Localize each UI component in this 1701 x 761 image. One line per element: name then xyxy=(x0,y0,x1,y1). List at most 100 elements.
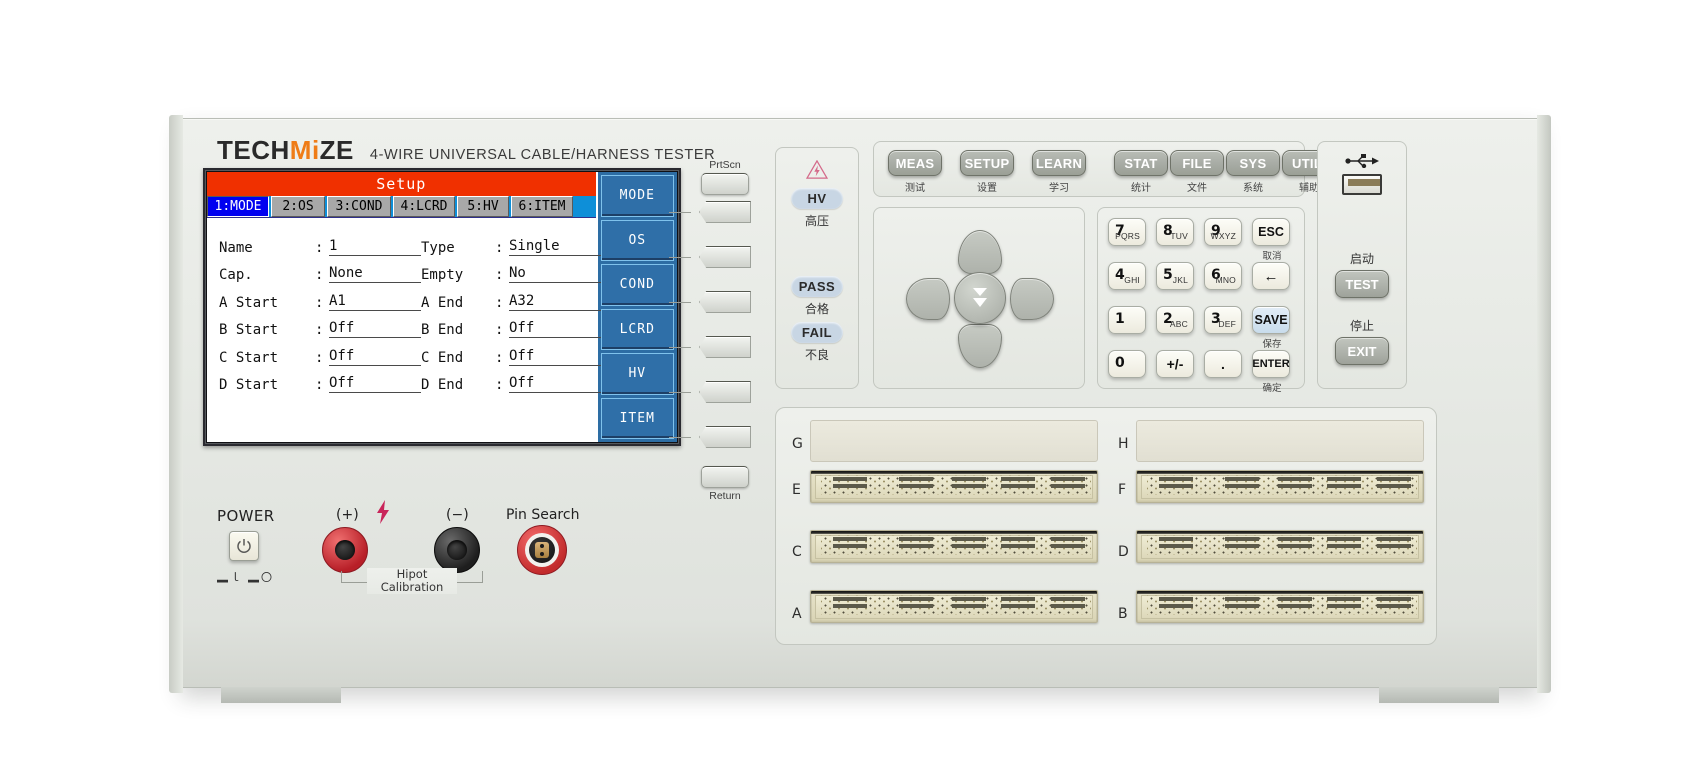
prtscn-button[interactable] xyxy=(701,173,749,195)
key-2[interactable]: 2 ABC xyxy=(1156,306,1194,334)
connector-slot-f[interactable] xyxy=(1136,470,1424,503)
pin-search-jack[interactable] xyxy=(517,525,567,575)
setup-button[interactable]: SETUP xyxy=(960,150,1014,176)
field-empty[interactable]: Empty : No xyxy=(421,265,601,283)
key-8[interactable]: 8 TUV xyxy=(1156,218,1194,246)
softkey-os[interactable]: OS xyxy=(600,219,674,261)
key-9[interactable]: 9 WXYZ xyxy=(1204,218,1242,246)
hv-plus-terminal[interactable] xyxy=(322,527,368,573)
arrow-right-icon[interactable] xyxy=(1010,278,1054,320)
field-name-colon: : xyxy=(315,239,324,256)
softkey-hw-6[interactable] xyxy=(699,426,751,448)
softkey-cond[interactable]: COND xyxy=(600,264,674,306)
screen-tab-bar: 1:MODE 2:OS 3:COND 4:LCRD 5:HV 6:ITEM xyxy=(207,196,596,217)
softkey-hw-1[interactable] xyxy=(699,201,751,223)
lcd-display[interactable]: Setup 1:MODE 2:OS 3:COND 4:LCRD 5:HV 6:I… xyxy=(207,172,677,442)
arrow-left-icon[interactable] xyxy=(906,278,950,320)
key-5[interactable]: 5 JKL xyxy=(1156,262,1194,290)
tab-hv[interactable]: 5:HV xyxy=(457,196,509,217)
softkey-mode[interactable]: MODE xyxy=(600,175,674,217)
instrument-chassis: TECHMiZE 4-WIRE UNIVERSAL CABLE/HARNESS … xyxy=(169,115,1551,703)
tab-item[interactable]: 6:ITEM xyxy=(511,196,573,217)
file-button[interactable]: FILE xyxy=(1170,150,1224,176)
return-button[interactable] xyxy=(701,466,749,488)
field-c-start-value[interactable]: Off xyxy=(329,348,421,366)
enter-button-sub: 确定 xyxy=(1262,383,1282,394)
decimal-point-button[interactable]: . xyxy=(1204,350,1242,378)
tab-cond[interactable]: 3:COND xyxy=(327,196,391,217)
esc-button-sub: 取消 xyxy=(1262,251,1282,262)
field-b-start[interactable]: B Start : Off xyxy=(219,320,421,338)
tab-mode[interactable]: 1:MODE xyxy=(207,196,269,217)
field-a-start-value[interactable]: A1 xyxy=(329,293,421,311)
key-3[interactable]: 3 DEF xyxy=(1204,306,1242,334)
power-button[interactable] xyxy=(229,531,259,561)
hv-minus-terminal[interactable] xyxy=(434,527,480,573)
exit-button[interactable]: EXIT xyxy=(1335,337,1389,365)
lcd-display-bezel: Setup 1:MODE 2:OS 3:COND 4:LCRD 5:HV 6:I… xyxy=(203,168,681,446)
field-cap[interactable]: Cap. : None xyxy=(219,265,421,283)
field-d-end[interactable]: D End : Off xyxy=(421,375,601,393)
usb-icon xyxy=(1345,154,1379,168)
softkey-hw-5[interactable] xyxy=(699,381,751,403)
key-7[interactable]: 7 PQRS xyxy=(1108,218,1146,246)
field-d-end-value[interactable]: Off xyxy=(509,375,601,393)
field-b-start-value[interactable]: Off xyxy=(329,320,421,338)
esc-button[interactable]: ESC xyxy=(1252,218,1290,246)
field-name-value[interactable]: 1 xyxy=(329,238,421,256)
test-button[interactable]: TEST xyxy=(1335,270,1389,298)
field-name[interactable]: Name : 1 xyxy=(219,238,421,256)
softkey-hw-4[interactable] xyxy=(699,336,751,358)
screen-title: Setup xyxy=(207,172,596,196)
test-button-sub: 启动 xyxy=(1349,252,1374,266)
field-d-start[interactable]: D Start : Off xyxy=(219,375,421,393)
field-b-end[interactable]: B End : Off xyxy=(421,320,601,338)
softkey-lcrd[interactable]: LCRD xyxy=(600,308,674,350)
field-a-end[interactable]: A End : A32 xyxy=(421,293,601,311)
connector-slot-b[interactable] xyxy=(1136,590,1424,623)
key-1[interactable]: 1 xyxy=(1108,306,1146,334)
field-c-end-value[interactable]: Off xyxy=(509,348,601,366)
connector-slot-c[interactable] xyxy=(810,530,1098,563)
enter-center-button[interactable] xyxy=(954,272,1006,324)
field-b-end-value[interactable]: Off xyxy=(509,320,601,338)
connector-label-e: E xyxy=(792,482,801,498)
field-a-start[interactable]: A Start : A1 xyxy=(219,293,421,311)
softkey-hv[interactable]: HV xyxy=(600,353,674,395)
key-4[interactable]: 4 GHI xyxy=(1108,262,1146,290)
field-cap-value[interactable]: None xyxy=(329,265,421,283)
field-empty-value[interactable]: No xyxy=(509,265,601,283)
learn-button[interactable]: LEARN xyxy=(1032,150,1086,176)
enter-button[interactable]: ENTER xyxy=(1252,350,1290,378)
field-d-start-value[interactable]: Off xyxy=(329,375,421,393)
field-c-start[interactable]: C Start : Off xyxy=(219,348,421,366)
stat-button-sub: 统计 xyxy=(1131,183,1151,194)
tab-os[interactable]: 2:OS xyxy=(271,196,325,217)
connector-slot-a[interactable] xyxy=(810,590,1098,623)
connector-slot-g[interactable] xyxy=(810,420,1098,462)
arrow-up-icon[interactable] xyxy=(958,230,1002,274)
usb-port[interactable] xyxy=(1342,174,1382,195)
softkey-item[interactable]: ITEM xyxy=(600,397,674,439)
key-0[interactable]: 0 xyxy=(1108,350,1146,378)
sys-button[interactable]: SYS xyxy=(1226,150,1280,176)
plus-minus-button[interactable]: +/- xyxy=(1156,350,1194,378)
key-6[interactable]: 6 MNO xyxy=(1204,262,1242,290)
field-type-value[interactable]: Single xyxy=(509,238,601,256)
connector-slot-d[interactable] xyxy=(1136,530,1424,563)
hipot-calibration-label: Hipot Calibration xyxy=(367,567,457,595)
save-button[interactable]: SAVE xyxy=(1252,306,1290,334)
backspace-button[interactable]: ← xyxy=(1252,262,1290,290)
field-type[interactable]: Type : Single xyxy=(421,238,601,256)
field-a-end-value[interactable]: A32 xyxy=(509,293,601,311)
connector-slot-h[interactable] xyxy=(1136,420,1424,462)
stat-button[interactable]: STAT xyxy=(1114,150,1168,176)
connector-slot-e[interactable] xyxy=(810,470,1098,503)
power-switch-marks: ▂ｌ ▂〇 xyxy=(217,572,275,584)
softkey-hw-2[interactable] xyxy=(699,246,751,268)
tab-lcrd[interactable]: 4:LCRD xyxy=(393,196,455,217)
softkey-hw-3[interactable] xyxy=(699,291,751,313)
meas-button[interactable]: MEAS xyxy=(888,150,942,176)
field-c-end[interactable]: C End : Off xyxy=(421,348,601,366)
arrow-down-icon[interactable] xyxy=(958,324,1002,368)
